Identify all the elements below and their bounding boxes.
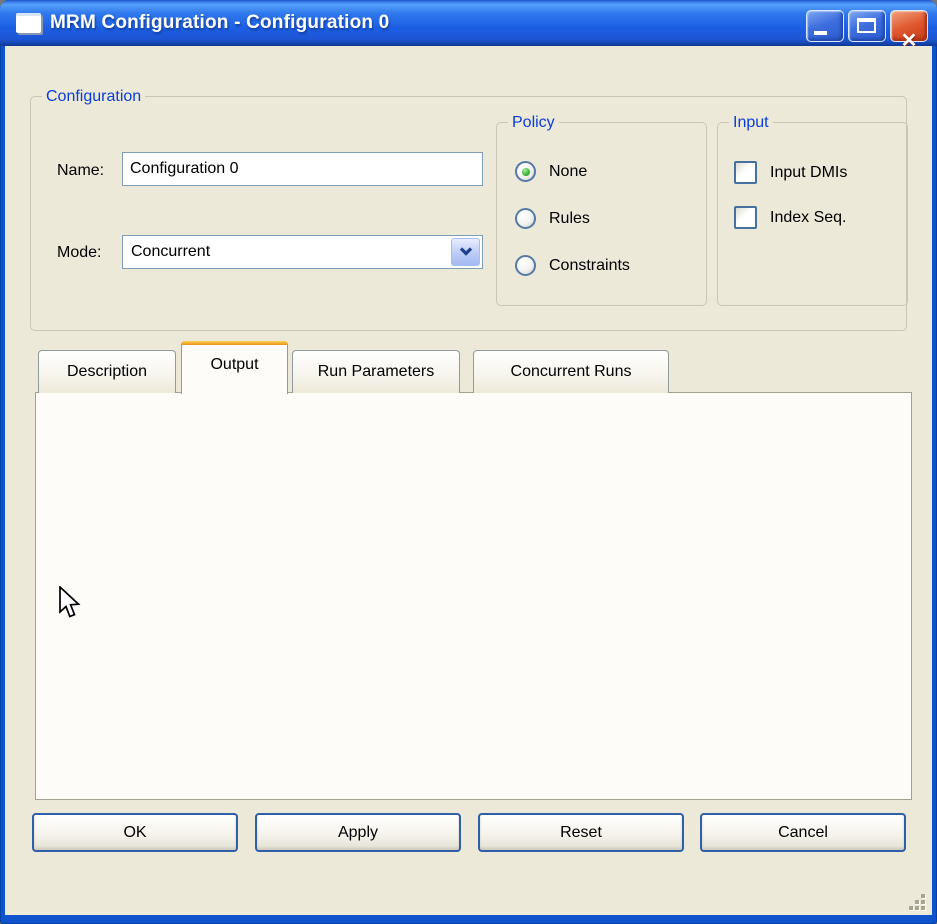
titlebar[interactable]: MRM Configuration - Configuration 0 ✕ [0,0,937,46]
configuration-groupbox-label: Configuration [42,87,145,106]
chevron-down-icon [459,247,473,257]
policy-option-none[interactable]: None [515,161,587,182]
name-label: Name: [57,162,104,180]
maximize-button[interactable] [848,10,886,42]
mrm-configuration-dialog: MRM Configuration - Configuration 0 ✕ Co… [0,0,937,924]
name-input[interactable] [122,152,483,186]
index-seq-checkbox[interactable] [734,206,757,229]
minimize-button[interactable] [806,10,844,42]
policy-constraints-label: Constraints [549,257,630,275]
radio-rules[interactable] [515,208,536,229]
window-title: MRM Configuration - Configuration 0 [50,0,389,46]
policy-option-constraints[interactable]: Constraints [515,255,630,276]
index-seq-option[interactable]: Index Seq. [734,206,847,229]
radio-constraints[interactable] [515,255,536,276]
resize-grip[interactable] [909,894,926,911]
tab-run-parameters[interactable]: Run Parameters [292,350,460,393]
input-dmis-option[interactable]: Input DMIs [734,161,847,184]
dialog-body: Configuration Name: Mode: Concurrent Pol… [5,46,932,915]
policy-groupbox: Policy None Rules Constraints [496,122,707,306]
policy-option-rules[interactable]: Rules [515,208,590,229]
mode-dropdown-button[interactable] [451,238,480,266]
window-icon [16,13,41,33]
output-tab-panel [35,392,912,800]
tab-concurrent-runs[interactable]: Concurrent Runs [473,350,669,393]
input-dmis-label: Input DMIs [770,164,847,182]
close-button[interactable]: ✕ [890,10,928,42]
maximize-icon [857,18,876,33]
minimize-icon [814,31,827,35]
caption-buttons: ✕ [806,10,928,42]
cancel-button[interactable]: Cancel [700,813,906,852]
input-groupbox: Input Input DMIs Index Seq. [717,122,908,306]
ok-button[interactable]: OK [32,813,238,852]
input-dmis-checkbox[interactable] [734,161,757,184]
mode-combobox[interactable]: Concurrent [122,235,483,269]
tab-description[interactable]: Description [38,350,176,393]
policy-rules-label: Rules [549,210,590,228]
index-seq-label: Index Seq. [770,209,847,227]
policy-groupbox-label: Policy [508,113,559,132]
policy-none-label: None [549,163,587,181]
mode-combobox-value: Concurrent [131,236,210,268]
apply-button[interactable]: Apply [255,813,461,852]
reset-button[interactable]: Reset [478,813,684,852]
input-groupbox-label: Input [729,113,773,132]
mode-label: Mode: [57,244,101,262]
tab-output[interactable]: Output [181,341,288,394]
radio-none[interactable] [515,161,536,182]
